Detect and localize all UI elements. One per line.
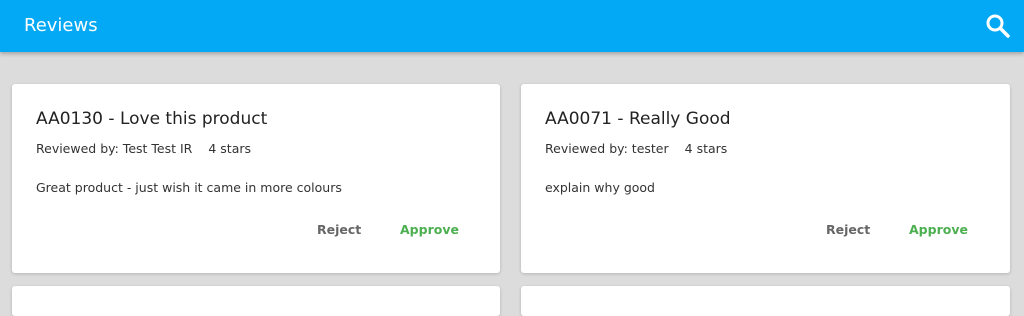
reject-button[interactable]: Reject <box>317 222 361 238</box>
review-card: AA0071 - Really Good Reviewed by: tester… <box>521 84 1010 273</box>
search-icon[interactable] <box>984 12 1012 40</box>
approve-button[interactable]: Approve <box>909 222 968 238</box>
review-meta: Reviewed by: Test Test IR 4 stars <box>36 141 251 157</box>
reviewed-by: Reviewed by: Test Test IR <box>36 141 193 156</box>
review-meta: Reviewed by: tester 4 stars <box>545 141 727 157</box>
review-body: explain why good <box>545 180 655 195</box>
reviewed-by: Reviewed by: tester <box>545 141 669 156</box>
review-card: AA0130 - Love this product Reviewed by: … <box>12 84 500 273</box>
review-body: Great product - just wish it came in mor… <box>36 180 342 195</box>
review-card-partial <box>12 286 500 316</box>
page-title: Reviews <box>24 15 98 36</box>
review-title: AA0130 - Love this product <box>36 109 268 129</box>
star-rating: 4 stars <box>684 141 728 156</box>
review-title: AA0071 - Really Good <box>545 109 731 129</box>
review-card-partial <box>521 286 1010 316</box>
app-bar: Reviews <box>0 0 1024 52</box>
approve-button[interactable]: Approve <box>400 222 459 238</box>
star-rating: 4 stars <box>208 141 252 156</box>
reject-button[interactable]: Reject <box>826 222 870 238</box>
